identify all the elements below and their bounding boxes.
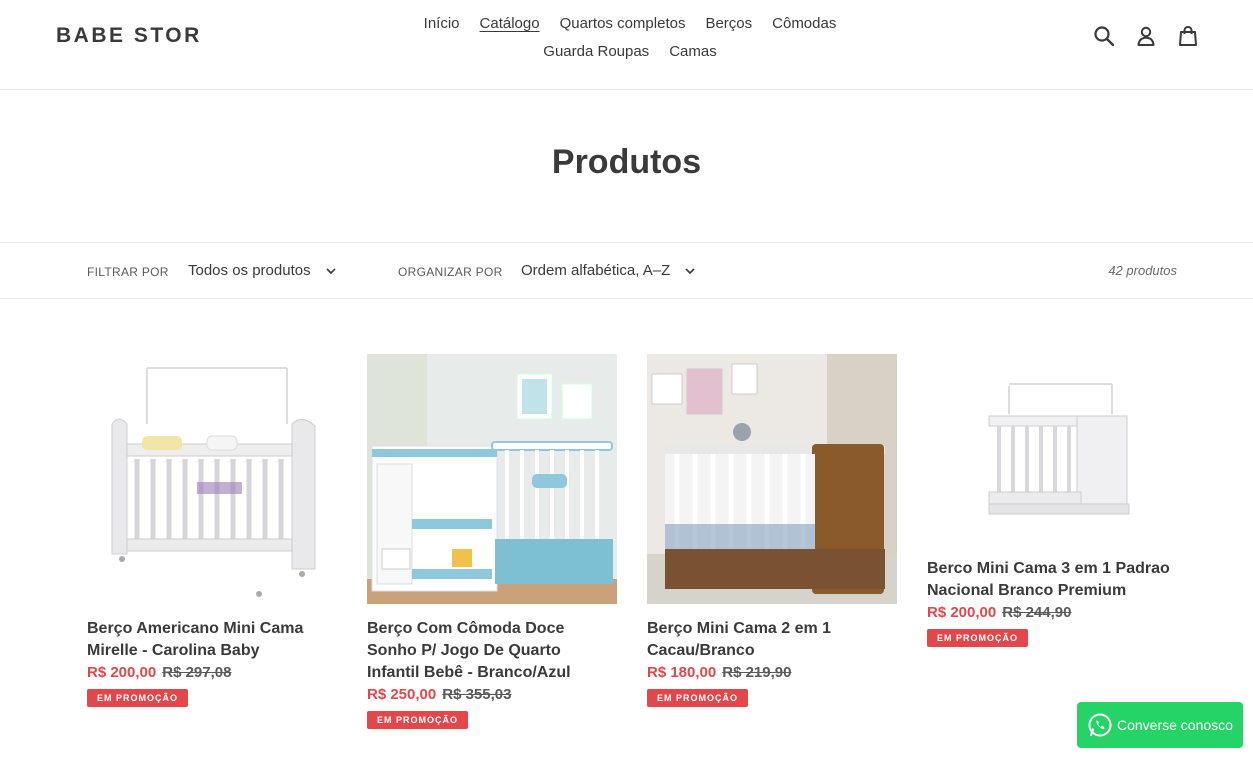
product-card[interactable]: Berco Mini Cama 3 em 1 Padrao Nacional B… [927,354,1177,647]
product-image[interactable] [647,354,897,604]
original-price: R$ 297,08 [162,664,232,681]
product-price: R$ 250,00 R$ 355,03 [367,684,617,706]
nav-item-camas[interactable]: Camas [669,38,717,66]
page-title: Produtos [551,143,702,181]
nav-item-quartos-completos[interactable]: Quartos completos [560,10,686,38]
chevron-down-icon [326,267,336,274]
nav-item-catalogo[interactable]: Catálogo [480,10,540,38]
product-price: R$ 180,00 R$ 219,90 [647,662,897,684]
cart-icon[interactable] [1176,24,1200,48]
product-title[interactable]: Berco Mini Cama 3 em 1 Padrao Nacional B… [927,558,1177,602]
original-price: R$ 219,90 [722,664,792,681]
product-image[interactable] [367,354,617,604]
sale-badge: EM PROMOÇÃO [87,689,189,707]
product-price: R$ 200,00 R$ 297,08 [87,662,337,684]
nav-item-bercos[interactable]: Berços [705,10,752,38]
nav-item-comodas[interactable]: Cômodas [772,10,836,38]
product-card[interactable]: Berço Mini Cama 2 em 1 Cacau/Branco R$ 1… [647,354,897,707]
sale-badge: EM PROMOÇÃO [647,689,749,707]
sort-select[interactable]: Ordem alfabética, A–Z [521,262,696,279]
user-icon[interactable] [1134,24,1158,48]
filter-label: FILTRAR POR [87,265,169,279]
product-image[interactable] [87,354,337,604]
search-icon[interactable] [1092,24,1116,48]
product-title[interactable]: Berço Com Cômoda Doce Sonho P/ Jogo De Q… [367,618,617,684]
whatsapp-icon [1088,713,1112,737]
nav-item-inicio[interactable]: Início [424,10,460,38]
sale-price: R$ 180,00 [647,664,717,681]
sale-badge: EM PROMOÇÃO [367,711,469,729]
main-nav: Início Catálogo Quartos completos Berços Côm… [360,10,900,66]
sale-price: R$ 200,00 [87,664,157,681]
product-count: 42 produtos [1108,263,1177,278]
sale-badge: EM PROMOÇÃO [927,629,1029,647]
nav-item-guarda-roupas[interactable]: Guarda Roupas [543,38,649,66]
product-card[interactable]: Berço Com Cômoda Doce Sonho P/ Jogo De Q… [367,354,617,729]
original-price: R$ 355,03 [442,686,512,703]
store-logo[interactable]: BABE STOR [56,24,202,48]
product-title[interactable]: Berço Americano Mini Cama Mirelle - Caro… [87,618,337,662]
site-header: BABE STOR Início Catálogo Quartos completo… [0,0,1253,90]
filter-bar: FILTRAR POR Todos os produtos ORGANIZAR … [0,242,1253,299]
header-actions [1092,24,1200,48]
sale-price: R$ 250,00 [367,686,437,703]
product-card[interactable]: Berço Americano Mini Cama Mirelle - Caro… [87,354,337,707]
whatsapp-chat-button[interactable]: Converse conosco [1077,702,1243,748]
product-image[interactable] [927,354,1177,544]
product-price: R$ 200,00 R$ 244,90 [927,602,1177,624]
sort-label: ORGANIZAR POR [398,265,503,279]
sort-select-value: Ordem alfabética, A–Z [521,262,671,279]
filter-select-value: Todos os produtos [188,262,311,279]
chevron-down-icon [685,267,695,274]
sale-price: R$ 200,00 [927,604,997,621]
whatsapp-label: Converse conosco [1117,717,1233,733]
original-price: R$ 244,90 [1002,604,1072,621]
filter-select[interactable]: Todos os produtos [188,262,337,279]
product-title[interactable]: Berço Mini Cama 2 em 1 Cacau/Branco [647,618,897,662]
